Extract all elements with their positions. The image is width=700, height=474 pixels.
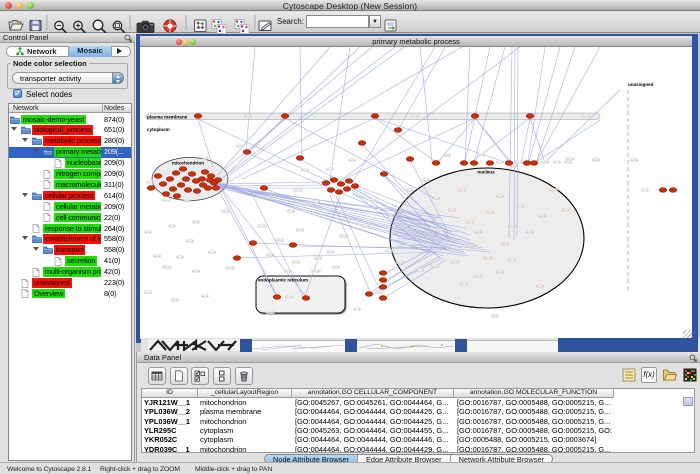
svg-text:Gen ab: Gen ab (312, 201, 321, 204)
svg-text:Gen ab: Gen ab (201, 157, 210, 160)
svg-text:Gen ab: Gen ab (292, 261, 301, 264)
svg-text:Gen ab: Gen ab (592, 159, 601, 162)
svg-text:Gen ab: Gen ab (301, 169, 310, 172)
svg-text:Gen ab: Gen ab (222, 210, 231, 213)
svg-text:Gen ab: Gen ab (208, 251, 217, 254)
svg-text:Gen ab: Gen ab (144, 291, 153, 294)
svg-text:Gen ab: Gen ab (186, 240, 195, 243)
svg-text:Gen ab: Gen ab (369, 199, 378, 202)
svg-text:Gen ab: Gen ab (526, 231, 535, 234)
svg-text:Gen ab: Gen ab (153, 255, 162, 258)
svg-text:Gen ab: Gen ab (451, 261, 460, 264)
svg-text:Gen ab: Gen ab (549, 189, 558, 192)
svg-text:Gen ab: Gen ab (201, 295, 210, 298)
svg-text:Gen ab: Gen ab (474, 231, 483, 234)
svg-text:Gen ab: Gen ab (486, 211, 495, 214)
svg-text:Gen ab: Gen ab (258, 225, 267, 228)
svg-text:Gen ab: Gen ab (443, 154, 452, 157)
svg-text:Gen ab: Gen ab (448, 209, 457, 212)
svg-text:Gen ab: Gen ab (244, 115, 253, 118)
svg-text:Gen ab: Gen ab (312, 270, 321, 273)
svg-text:mitochondrion: mitochondrion (172, 161, 204, 166)
svg-text:Gen ab: Gen ab (144, 231, 153, 234)
svg-text:Gen ab: Gen ab (332, 266, 341, 269)
svg-text:Gen ab: Gen ab (582, 115, 591, 118)
svg-text:Gen ab: Gen ab (553, 161, 562, 164)
svg-text:Gen ab: Gen ab (314, 257, 323, 260)
svg-text:Gen ab: Gen ab (285, 296, 294, 299)
svg-text:Gen ab: Gen ab (376, 291, 385, 294)
svg-text:Gen ab: Gen ab (340, 235, 349, 238)
svg-text:Gen ab: Gen ab (541, 161, 550, 164)
svg-text:Gen ab: Gen ab (432, 197, 441, 200)
svg-text:Gen ab: Gen ab (362, 225, 371, 228)
svg-text:Gen ab: Gen ab (416, 269, 425, 272)
svg-text:Gen ab: Gen ab (536, 285, 545, 288)
svg-text:Gen ab: Gen ab (406, 189, 415, 192)
svg-text:Gen ab: Gen ab (353, 308, 362, 311)
svg-text:Gen ab: Gen ab (641, 189, 650, 192)
svg-text:Gen ab: Gen ab (348, 159, 357, 162)
svg-text:Gen ab: Gen ab (630, 159, 639, 162)
svg-text:Gen ab: Gen ab (171, 299, 180, 302)
svg-text:Gen ab: Gen ab (192, 221, 201, 224)
svg-text:endoplasmic reticulum: endoplasmic reticulum (258, 278, 308, 283)
svg-text:Gen ab: Gen ab (192, 270, 201, 273)
svg-text:Gen ab: Gen ab (460, 283, 469, 286)
svg-text:Gen ab: Gen ab (431, 265, 440, 268)
svg-text:Gen ab: Gen ab (183, 200, 192, 203)
svg-text:Gen ab: Gen ab (436, 229, 445, 232)
svg-text:Gen ab: Gen ab (466, 245, 475, 248)
svg-text:Gen ab: Gen ab (236, 145, 245, 148)
svg-text:Gen ab: Gen ab (326, 168, 335, 171)
svg-text:Gen ab: Gen ab (538, 215, 547, 218)
svg-text:Gen ab: Gen ab (396, 261, 405, 264)
svg-text:Gen ab: Gen ab (176, 256, 185, 259)
svg-text:Gen ab: Gen ab (516, 205, 525, 208)
svg-text:Gen ab: Gen ab (566, 158, 575, 161)
svg-text:Gen ab: Gen ab (326, 251, 335, 254)
svg-text:Gen ab: Gen ab (284, 270, 293, 273)
svg-text:Gen ab: Gen ab (508, 259, 517, 262)
svg-text:unassigned: unassigned (628, 82, 654, 87)
svg-text:Gen ab: Gen ab (294, 189, 303, 192)
svg-text:Gen ab: Gen ab (474, 275, 483, 278)
svg-text:Gen ab: Gen ab (466, 221, 475, 224)
svg-text:plasma membrane: plasma membrane (147, 114, 188, 119)
svg-text:Gen ab: Gen ab (276, 239, 285, 242)
svg-text:cytoplasm: cytoplasm (147, 127, 170, 132)
svg-text:Gen ab: Gen ab (287, 210, 296, 213)
svg-text:Gen ab: Gen ab (496, 271, 505, 274)
svg-text:Gen ab: Gen ab (411, 115, 420, 118)
svg-text:Gen ab: Gen ab (163, 266, 172, 269)
svg-text:Gen ab: Gen ab (406, 243, 415, 246)
svg-text:Gen ab: Gen ab (385, 250, 394, 253)
svg-text:Gen ab: Gen ab (510, 165, 519, 168)
svg-text:Gen ab: Gen ab (562, 209, 571, 212)
svg-text:Gen ab: Gen ab (484, 257, 493, 260)
svg-text:Gen ab: Gen ab (266, 254, 275, 257)
svg-text:Gen ab: Gen ab (266, 311, 275, 314)
svg-text:Gen ab: Gen ab (496, 195, 505, 198)
svg-text:Gen ab: Gen ab (296, 229, 305, 232)
svg-text:Gen ab: Gen ab (386, 214, 395, 217)
svg-text:Gen ab: Gen ab (515, 161, 524, 164)
svg-text:Gen ab: Gen ab (496, 161, 505, 164)
svg-text:Gen ab: Gen ab (458, 189, 467, 192)
svg-text:Gen ab: Gen ab (168, 225, 177, 228)
svg-text:Gen ab: Gen ab (422, 179, 431, 182)
svg-text:Gen ab: Gen ab (491, 315, 500, 318)
svg-text:Gen ab: Gen ab (477, 154, 486, 157)
svg-text:nucleus: nucleus (477, 170, 495, 175)
svg-text:Gen ab: Gen ab (226, 267, 235, 270)
svg-text:Gen ab: Gen ab (564, 161, 573, 164)
svg-text:Gen ab: Gen ab (501, 243, 510, 246)
svg-text:Gen ab: Gen ab (162, 199, 171, 202)
svg-text:Gen ab: Gen ab (146, 181, 155, 184)
svg-text:Gen ab: Gen ab (508, 225, 517, 228)
